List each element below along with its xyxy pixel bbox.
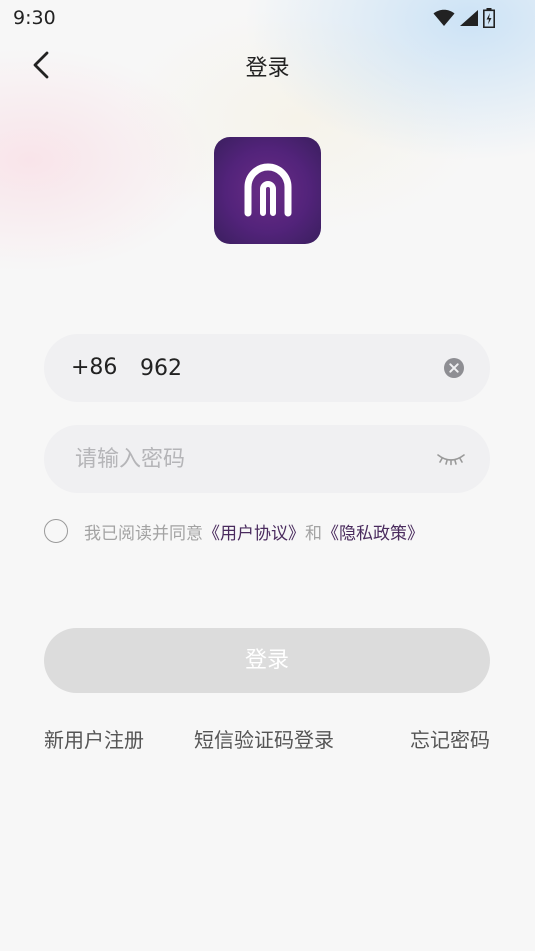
cellular-signal-icon xyxy=(460,10,478,26)
user-agreement-link[interactable]: 《用户协议》 xyxy=(203,524,305,544)
register-link[interactable]: 新用户注册 xyxy=(44,724,144,753)
page-title: 登录 xyxy=(245,56,290,81)
agreement-text: 我已阅读并同意《用户协议》和《隐私政策》 xyxy=(84,519,424,544)
login-button[interactable]: 登录 xyxy=(44,628,490,693)
agree-checkbox[interactable] xyxy=(44,519,68,543)
forgot-password-link[interactable]: 忘记密码 xyxy=(410,724,490,753)
privacy-policy-link[interactable]: 《隐私政策》 xyxy=(322,524,424,544)
clear-circle-icon[interactable] xyxy=(444,358,464,378)
agreement-row: 我已阅读并同意《用户协议》和《隐私政策》 xyxy=(44,517,424,545)
status-time: 9:30 xyxy=(13,7,56,29)
country-code-selector[interactable]: +86 xyxy=(71,355,117,380)
password-input[interactable] xyxy=(75,441,415,477)
wifi-icon xyxy=(433,9,455,26)
status-bar: 9:30 xyxy=(0,0,535,38)
battery-icon xyxy=(483,8,495,28)
header: 登录 xyxy=(0,38,535,94)
eye-closed-icon[interactable] xyxy=(436,449,466,469)
password-field xyxy=(44,425,490,493)
agreement-prefix: 我已阅读并同意 xyxy=(84,523,203,544)
phone-input[interactable] xyxy=(140,350,420,386)
status-icons xyxy=(433,8,495,28)
agreement-conjunction: 和 xyxy=(305,523,322,544)
app-logo xyxy=(214,137,321,244)
phone-field: +86 xyxy=(44,334,490,402)
app-logo-arch-icon xyxy=(244,163,291,216)
sms-login-link[interactable]: 短信验证码登录 xyxy=(194,724,334,753)
